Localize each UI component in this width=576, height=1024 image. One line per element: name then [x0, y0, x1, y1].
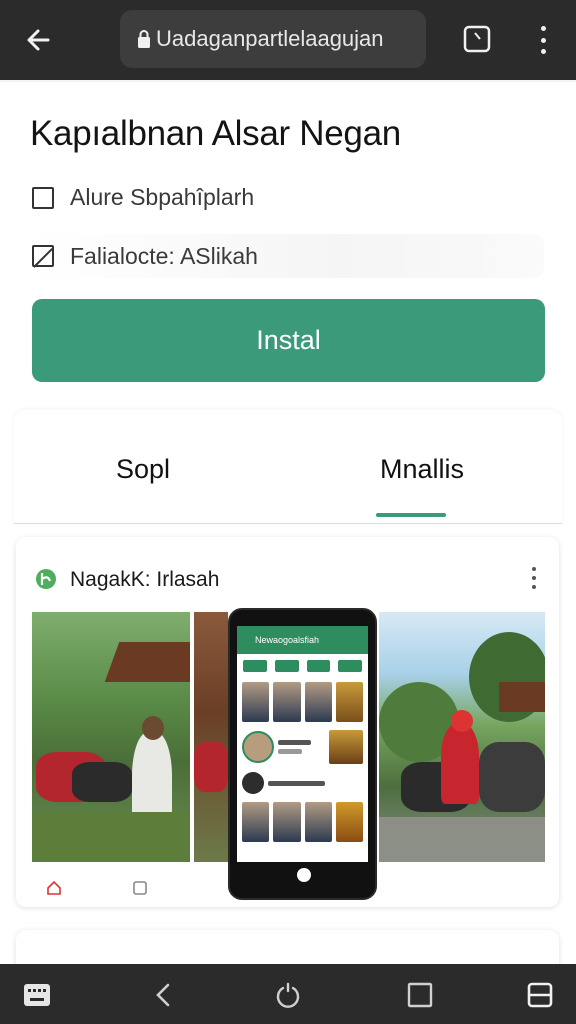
tab-bar: Sopl Mnallis	[14, 410, 562, 524]
phone-screen: Newaogoalsfiah	[237, 626, 368, 862]
tab-switcher-icon[interactable]	[462, 24, 492, 54]
keyboard-icon[interactable]	[22, 980, 52, 1010]
square-icon[interactable]	[405, 980, 435, 1010]
install-button[interactable]: Instal	[32, 299, 545, 382]
recents-icon[interactable]	[525, 980, 555, 1010]
checkbox-slash-icon[interactable]	[32, 245, 54, 267]
more-vert-icon[interactable]	[530, 22, 556, 58]
lock-icon	[138, 30, 150, 48]
app-title: Kapıalbnan Alsar Negan	[30, 114, 401, 153]
back-arrow-icon[interactable]	[18, 22, 58, 58]
photo-middle[interactable]	[194, 612, 228, 862]
power-icon[interactable]	[273, 980, 303, 1010]
option-row-2[interactable]: Falialocte: ASlikah	[32, 234, 544, 278]
option-label: Alure Sbpahîplarh	[70, 184, 255, 210]
option-label: Falialocte: ASlikah	[70, 242, 258, 269]
phone-header: Newaogoalsfiah	[237, 626, 368, 654]
tab-mnallis[interactable]: Mnallis	[380, 454, 464, 485]
system-navbar	[0, 964, 576, 1024]
app-details-page: Kapıalbnan Alsar Negan Alure Sbpahîplarh…	[0, 82, 576, 990]
url-text: Uadaganpartlelaagujan	[156, 26, 384, 51]
option-row-1[interactable]: Alure Sbpahîplarh	[32, 184, 254, 211]
leaf-logo-icon	[36, 569, 56, 589]
photo-icon[interactable]	[132, 880, 148, 896]
image-gallery[interactable]: Newaogoalsfiah	[32, 608, 545, 900]
photo-right[interactable]	[379, 612, 545, 862]
tab-sopl[interactable]: Sopl	[116, 454, 170, 485]
checkbox-empty-icon[interactable]	[32, 186, 54, 209]
more-vert-icon[interactable]	[532, 567, 538, 589]
post-card[interactable]: NagakK: Irlasah Newaogoalsfiah	[16, 537, 559, 907]
back-chevron-icon[interactable]	[148, 980, 178, 1010]
address-bar[interactable]: Uadaganpartlelaagujan	[120, 10, 426, 68]
screen: Uadaganpartlelaagujan Kapıalbnan Alsar N…	[0, 0, 576, 1024]
browser-toolbar: Uadaganpartlelaagujan	[0, 0, 576, 80]
post-author: NagakK: Irlasah	[70, 568, 220, 591]
home-icon[interactable]	[46, 880, 62, 896]
home-button-icon	[297, 868, 311, 882]
phone-mockup: Newaogoalsfiah	[228, 608, 377, 900]
tab-indicator	[376, 513, 446, 517]
photo-left[interactable]	[32, 612, 190, 862]
